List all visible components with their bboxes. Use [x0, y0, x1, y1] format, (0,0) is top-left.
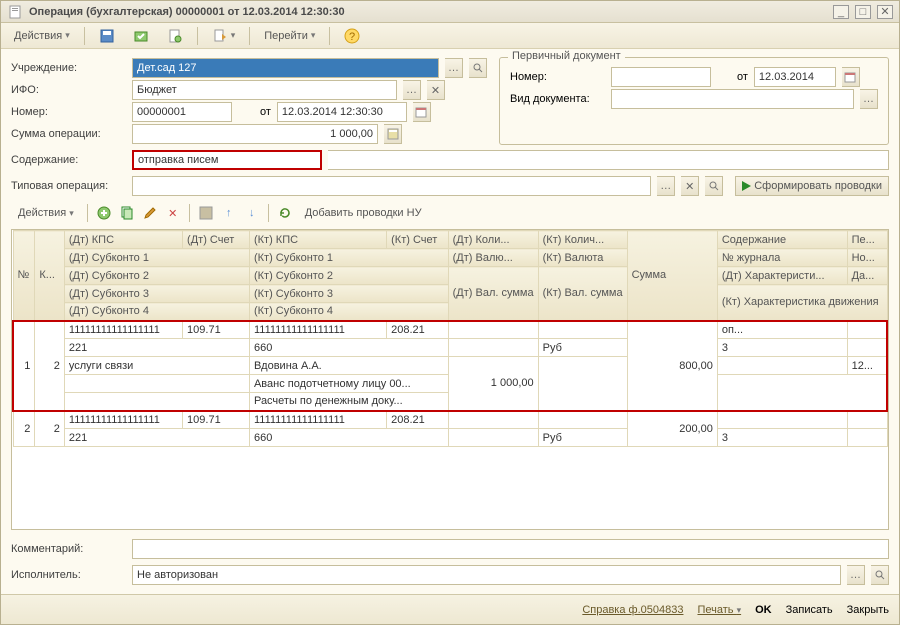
table-row[interactable]: 2 2 11111111111111111109.71 111111111111… — [13, 411, 887, 429]
col-sum: Сумма — [627, 231, 717, 321]
pd-date-input[interactable]: 12.03.2014 — [754, 67, 836, 87]
number-label: Номер: — [11, 106, 126, 118]
col-per: Пе... — [847, 231, 887, 249]
tb-doc-icon[interactable] — [160, 25, 190, 47]
col-no: № — [13, 231, 35, 321]
maximize-button[interactable]: □ — [855, 5, 871, 19]
ifo-select-button[interactable]: … — [403, 80, 421, 100]
typop-open-button[interactable] — [705, 176, 723, 196]
grid-subheader-row-1: (Дт) Субконто 1 (Кт) Субконто 1 (Дт) Вал… — [13, 249, 887, 267]
content-input[interactable]: отправка писем — [132, 150, 322, 170]
col-kt-acct: (Кт) Счет — [387, 231, 449, 249]
generate-button[interactable]: Сформировать проводки — [735, 176, 889, 196]
executor-input[interactable]: Не авторизован — [132, 565, 841, 585]
primary-doc-fieldset: Первичный документ Номер: от 12.03.2014 … — [499, 57, 889, 145]
col-dt-qty: (Дт) Коли... — [448, 231, 538, 249]
sum-label: Сумма операции: — [11, 128, 126, 140]
print-menu[interactable]: Печать ▾ — [697, 604, 741, 616]
date-input[interactable]: 12.03.2014 12:30:30 — [277, 102, 407, 122]
help-button[interactable]: ? — [337, 25, 367, 47]
grid-toolbar: Действия▾ ✕ ↑ ↓ Добавить проводки НУ — [11, 201, 889, 225]
save-button[interactable]: Записать — [786, 604, 833, 616]
pd-number-input[interactable] — [611, 67, 711, 87]
tb-post-icon[interactable] — [126, 25, 156, 47]
content-label: Содержание: — [11, 154, 126, 166]
number-input[interactable]: 00000001 — [132, 102, 232, 122]
move-up-icon[interactable]: ↑ — [219, 203, 239, 223]
executor-select-button[interactable]: … — [847, 565, 865, 585]
sum-calc-button[interactable] — [384, 124, 402, 144]
table-row[interactable]: 221660 Руб3 — [13, 429, 887, 447]
col-kt-kps: (Кт) КПС — [249, 231, 386, 249]
table-row[interactable]: 221660 Руб3 — [13, 339, 887, 357]
add-nu-button[interactable]: Добавить проводки НУ — [298, 204, 429, 222]
entries-grid[interactable]: № К... (Дт) КПС (Дт) Счет (Кт) КПС (Кт) … — [11, 229, 889, 530]
col-k: К... — [35, 231, 65, 321]
pd-number-label: Номер: — [510, 71, 605, 83]
svg-text:?: ? — [349, 31, 355, 43]
tb-basis-icon[interactable]: ▾ — [205, 25, 243, 47]
col-dt-acct: (Дт) Счет — [183, 231, 250, 249]
executor-label: Исполнитель: — [11, 569, 126, 581]
delete-row-icon[interactable]: ✕ — [163, 203, 183, 223]
play-icon — [742, 181, 751, 191]
table-row[interactable]: услуги связиВдовина А.А. 1 000,0012... — [13, 357, 887, 375]
move-down-icon[interactable]: ↓ — [242, 203, 262, 223]
ok-button[interactable]: OK — [755, 604, 772, 616]
typop-input[interactable] — [132, 176, 651, 196]
institution-open-button[interactable] — [469, 58, 487, 78]
grid-actions-menu[interactable]: Действия▾ — [11, 204, 81, 222]
institution-input[interactable]: Дет.сад 127 — [132, 58, 439, 78]
content-input-ext[interactable] — [328, 150, 889, 170]
col-dt-kps: (Дт) КПС — [64, 231, 182, 249]
typop-select-button[interactable]: … — [657, 176, 675, 196]
ifo-input[interactable]: Бюджет — [132, 80, 397, 100]
table-row[interactable]: 1 2 11111111111111111109.71 111111111111… — [13, 321, 887, 339]
tb-save-icon[interactable] — [92, 25, 122, 47]
ifo-clear-button[interactable]: ✕ — [427, 80, 445, 100]
grid-subheader-row-2: (Дт) Субконто 2 (Кт) Субконто 2 (Дт) Вал… — [13, 267, 887, 285]
comment-input[interactable] — [132, 539, 889, 559]
doc-icon — [7, 4, 23, 20]
close-button[interactable]: Закрыть — [847, 604, 889, 616]
window-title: Операция (бухгалтерская) 00000001 от 12.… — [29, 6, 827, 18]
save-row-icon[interactable] — [196, 203, 216, 223]
institution-label: Учреждение: — [11, 62, 126, 74]
minimize-button[interactable]: _ — [833, 5, 849, 19]
executor-open-button[interactable] — [871, 565, 889, 585]
operation-window: Операция (бухгалтерская) 00000001 от 12.… — [0, 0, 900, 625]
pd-date-picker-button[interactable] — [842, 67, 860, 87]
goto-menu[interactable]: Перейти▾ — [257, 27, 322, 45]
date-picker-button[interactable] — [413, 102, 431, 122]
footer-bar: Справка ф.0504833 Печать ▾ OK Записать З… — [1, 594, 899, 624]
col-kt-qty: (Кт) Колич... — [538, 231, 627, 249]
add-row-icon[interactable] — [94, 203, 114, 223]
titlebar: Операция (бухгалтерская) 00000001 от 12.… — [1, 1, 899, 23]
form-container: Учреждение: Дет.сад 127 … ИФО: Бюджет … … — [1, 49, 899, 594]
primary-doc-legend: Первичный документ — [508, 50, 625, 62]
sum-input[interactable]: 1 000,00 — [132, 124, 378, 144]
main-toolbar: Действия▾ ▾ Перейти▾ ? — [1, 23, 899, 49]
institution-select-button[interactable]: … — [445, 58, 463, 78]
typop-clear-button[interactable]: ✕ — [681, 176, 699, 196]
edit-row-icon[interactable] — [140, 203, 160, 223]
actions-menu[interactable]: Действия▾ — [7, 27, 77, 45]
date-from-label: от — [260, 106, 271, 118]
typop-label: Типовая операция: — [11, 180, 126, 192]
pd-kind-input[interactable] — [611, 89, 854, 109]
pd-kind-select-button[interactable]: … — [860, 89, 878, 109]
pd-kind-label: Вид документа: — [510, 93, 605, 105]
copy-row-icon[interactable] — [117, 203, 137, 223]
refresh-icon[interactable] — [275, 203, 295, 223]
close-window-button[interactable]: ✕ — [877, 5, 893, 19]
pd-from-label: от — [737, 71, 748, 83]
report-link[interactable]: Справка ф.0504833 — [582, 604, 683, 616]
grid-header-row: № К... (Дт) КПС (Дт) Счет (Кт) КПС (Кт) … — [13, 231, 887, 249]
col-content: Содержание — [717, 231, 847, 249]
comment-label: Комментарий: — [11, 543, 126, 555]
ifo-label: ИФО: — [11, 84, 126, 96]
